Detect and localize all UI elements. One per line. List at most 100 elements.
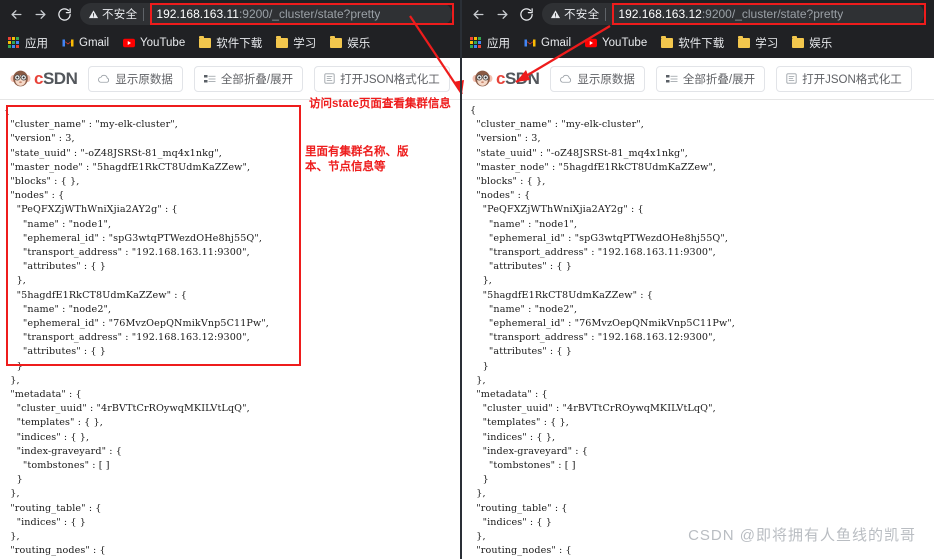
show-raw-data-button[interactable]: 显示原数据 <box>88 65 183 92</box>
bookmark-software-download[interactable]: 软件下载 <box>661 35 724 51</box>
button-label: 打开JSON格式化工 <box>340 73 440 86</box>
bookmark-entertainment[interactable]: 娱乐 <box>330 35 370 51</box>
open-json-formatter-button[interactable]: 打开JSON格式化工 <box>776 65 912 92</box>
annotation-side-note: 里面有集群名称、版本、节点信息等 <box>305 146 409 173</box>
csdn-monkey-logo-icon <box>472 70 493 87</box>
reload-button[interactable] <box>52 3 76 25</box>
json-tool-icon <box>324 73 335 84</box>
address-bar-right[interactable]: 不安全 192.168.163.12:9200/_cluster/state?p… <box>542 3 926 25</box>
bookmark-label: 应用 <box>487 38 510 50</box>
bookmark-label: 娱乐 <box>347 38 371 50</box>
csdn-logo-text: cSDN <box>496 68 540 89</box>
back-button[interactable] <box>466 3 490 25</box>
json-tool-icon <box>786 73 797 84</box>
browser-window-left: 不安全 192.168.163.11:9200/_cluster/state?p… <box>0 0 462 559</box>
open-json-formatter-button[interactable]: 打开JSON格式化工 <box>314 65 450 92</box>
json-viewer-right: { "cluster_name" : "my-elk-cluster", "ve… <box>462 100 934 559</box>
youtube-icon <box>585 38 598 48</box>
security-label: 不安全 <box>564 9 600 21</box>
button-label: 显示原数据 <box>115 73 173 86</box>
security-label: 不安全 <box>102 9 138 21</box>
csdn-logo-sdn: SDN <box>42 68 78 88</box>
warning-triangle-icon <box>88 9 99 18</box>
show-raw-data-button[interactable]: 显示原数据 <box>550 65 645 92</box>
cloud-icon <box>98 74 110 83</box>
navigation-bar-left: 不安全 192.168.163.11:9200/_cluster/state?p… <box>0 0 462 28</box>
url-host: 192.168.163.11 <box>156 7 239 21</box>
bookmark-study[interactable]: 学习 <box>738 35 778 51</box>
bookmark-entertainment[interactable]: 娱乐 <box>792 35 832 51</box>
bookmark-label: 学习 <box>293 38 317 50</box>
url-text: 192.168.163.11:9200/_cluster/state?prett… <box>156 7 380 21</box>
gmail-icon <box>62 39 74 47</box>
apps-grid-icon <box>470 37 482 49</box>
csdn-logo-text: cSDN <box>34 68 78 89</box>
omnibox-divider <box>143 7 145 21</box>
bookmark-label: Gmail <box>79 37 110 49</box>
youtube-icon <box>123 38 136 48</box>
bookmark-label: YouTube <box>140 37 186 49</box>
bookmarks-bar-right: 应用 Gmail YouTube 软件下载 学习 娱乐 <box>462 28 934 58</box>
csdn-watermark: CSDN @即将拥有人鱼线的凯哥 <box>688 527 916 544</box>
collapse-expand-icon <box>665 74 678 82</box>
bookmark-apps[interactable]: 应用 <box>470 35 510 51</box>
csdn-toolbar-left: cSDN 显示原数据 全部折叠/展开 打开JSON格式化工 <box>0 58 462 100</box>
folder-icon <box>276 36 289 48</box>
bookmark-youtube[interactable]: YouTube <box>123 37 185 49</box>
folder-icon <box>330 36 343 48</box>
bookmark-gmail[interactable]: Gmail <box>524 37 571 49</box>
folder-icon <box>661 36 674 48</box>
button-label: 全部折叠/展开 <box>682 73 756 86</box>
bookmark-label: Gmail <box>541 37 572 49</box>
browser-chrome-right: 不安全 192.168.163.12:9200/_cluster/state?p… <box>462 0 934 58</box>
csdn-logo: cSDN <box>10 68 78 89</box>
bookmark-label: 学习 <box>755 38 779 50</box>
csdn-monkey-logo-icon <box>10 70 31 87</box>
bookmark-label: 软件下载 <box>678 38 725 50</box>
bookmark-youtube[interactable]: YouTube <box>585 37 647 49</box>
bookmark-apps[interactable]: 应用 <box>8 35 48 51</box>
collapse-expand-icon <box>203 74 216 82</box>
folder-icon <box>199 36 212 48</box>
csdn-logo-c: c <box>496 68 505 88</box>
bookmark-gmail[interactable]: Gmail <box>62 37 109 49</box>
csdn-toolbar-right: cSDN 显示原数据 全部折叠/展开 打开JSON格式化工 <box>462 58 934 100</box>
collapse-expand-all-button[interactable]: 全部折叠/展开 <box>193 65 304 92</box>
gmail-icon <box>524 39 536 47</box>
bookmark-software-download[interactable]: 软件下载 <box>199 35 262 51</box>
csdn-logo: cSDN <box>472 68 540 89</box>
url-path: :9200/_cluster/state?pretty <box>701 7 844 21</box>
window-divider <box>460 0 462 559</box>
forward-button[interactable] <box>490 3 514 25</box>
back-button[interactable] <box>4 3 28 25</box>
folder-icon <box>738 36 751 48</box>
button-label: 全部折叠/展开 <box>220 73 294 86</box>
address-bar-left[interactable]: 不安全 192.168.163.11:9200/_cluster/state?p… <box>80 3 454 25</box>
bookmarks-bar-left: 应用 Gmail YouTube 软件下载 学习 娱乐 <box>0 28 462 58</box>
collapse-expand-all-button[interactable]: 全部折叠/展开 <box>655 65 766 92</box>
url-host: 192.168.163.12 <box>618 7 702 21</box>
annotation-top-note: 访问state页面查看集群信息 <box>309 98 451 110</box>
url-highlight-box: 192.168.163.11:9200/_cluster/state?prett… <box>150 3 454 25</box>
url-path: :9200/_cluster/state?pretty <box>238 7 381 21</box>
csdn-logo-c: c <box>34 68 43 88</box>
browser-chrome-left: 不安全 192.168.163.11:9200/_cluster/state?p… <box>0 0 462 58</box>
bookmark-study[interactable]: 学习 <box>276 35 316 51</box>
browser-window-right: 不安全 192.168.163.12:9200/_cluster/state?p… <box>462 0 934 559</box>
reload-button[interactable] <box>514 3 538 25</box>
bookmark-label: 娱乐 <box>809 38 833 50</box>
forward-button[interactable] <box>28 3 52 25</box>
apps-grid-icon <box>8 37 20 49</box>
url-highlight-box: 192.168.163.12:9200/_cluster/state?prett… <box>612 3 926 25</box>
folder-icon <box>792 36 805 48</box>
csdn-logo-sdn: SDN <box>504 68 540 88</box>
url-text: 192.168.163.12:9200/_cluster/state?prett… <box>618 7 843 21</box>
cloud-icon <box>560 74 572 83</box>
warning-triangle-icon <box>550 9 561 18</box>
bookmark-label: YouTube <box>602 37 648 49</box>
bookmark-label: 应用 <box>25 38 48 50</box>
json-content: { "cluster_name" : "my-elk-cluster", "ve… <box>470 105 735 557</box>
button-label: 打开JSON格式化工 <box>802 73 902 86</box>
button-label: 显示原数据 <box>577 73 635 86</box>
bookmark-label: 软件下载 <box>216 38 263 50</box>
